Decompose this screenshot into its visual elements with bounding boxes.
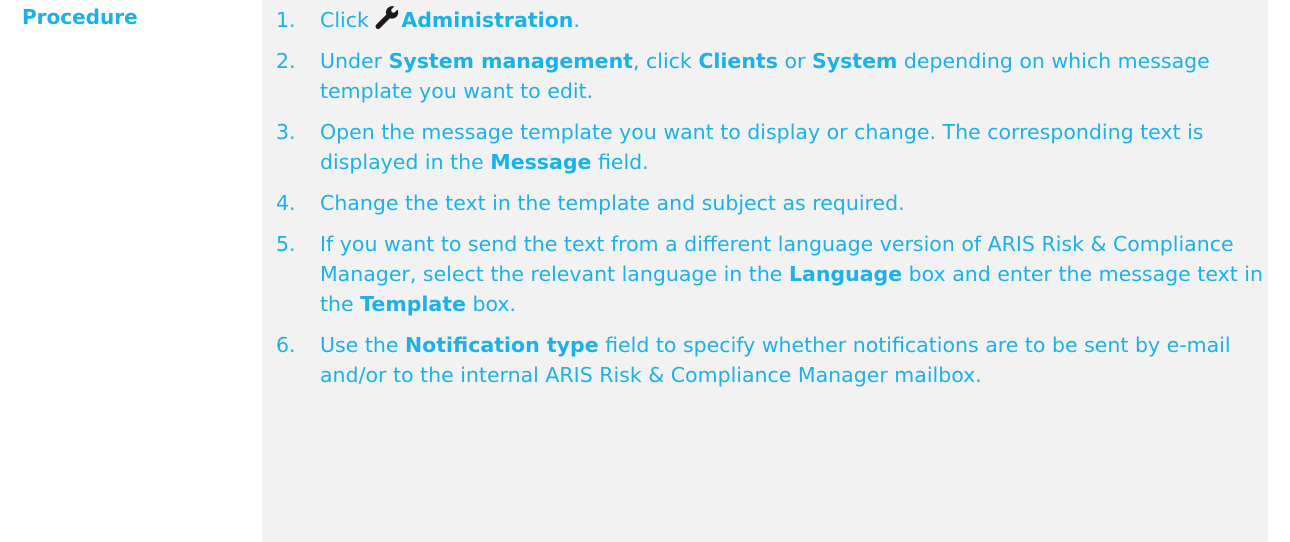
- step-text: Change the text in the template and subj…: [320, 191, 905, 215]
- step-text: Use the: [320, 333, 405, 357]
- step-text: Open the message template you want to di…: [320, 120, 1204, 174]
- step-emphasis: System management: [388, 49, 633, 73]
- step-number: 5.: [276, 232, 296, 256]
- label-column: Procedure: [0, 0, 262, 542]
- step-text: Under: [320, 49, 389, 73]
- step-emphasis: Template: [360, 292, 466, 316]
- procedure-step: 2. Under System management, click Clients…: [276, 46, 1266, 106]
- step-emphasis: Notification type: [404, 333, 599, 357]
- step-number: 1.: [276, 8, 296, 32]
- step-text: Click: [320, 8, 376, 32]
- procedure-section: Procedure 1. Click Administration. 2. Under…: [0, 0, 1290, 542]
- step-number: 2.: [276, 49, 296, 73]
- procedure-content: 1. Click Administration. 2. Under System ma…: [262, 0, 1268, 542]
- step-text: or: [777, 49, 812, 73]
- procedure-step: 3. Open the message template you want to …: [276, 117, 1266, 177]
- step-text: , click: [632, 49, 699, 73]
- wrench-icon: [375, 6, 399, 29]
- step-text: field.: [591, 150, 649, 174]
- procedure-step: 6. Use the Notification type field to spe…: [276, 330, 1266, 390]
- procedure-label: Procedure: [22, 5, 138, 29]
- step-emphasis: Message: [490, 150, 592, 174]
- procedure-step: 5. If you want to send the text from a di…: [276, 229, 1266, 319]
- procedure-steps: 1. Click Administration. 2. Under System ma…: [276, 5, 1266, 401]
- step-text: .: [573, 8, 580, 32]
- step-number: 6.: [276, 333, 296, 357]
- step-number: 4.: [276, 191, 296, 215]
- step-emphasis: Administration: [401, 8, 574, 32]
- step-emphasis: System: [811, 49, 898, 73]
- procedure-step: 1. Click Administration.: [276, 5, 1266, 35]
- step-emphasis: Language: [788, 262, 903, 286]
- step-number: 3.: [276, 120, 296, 144]
- step-emphasis: Clients: [698, 49, 778, 73]
- step-text: box.: [465, 292, 517, 316]
- procedure-step: 4. Change the text in the template and su…: [276, 188, 1266, 218]
